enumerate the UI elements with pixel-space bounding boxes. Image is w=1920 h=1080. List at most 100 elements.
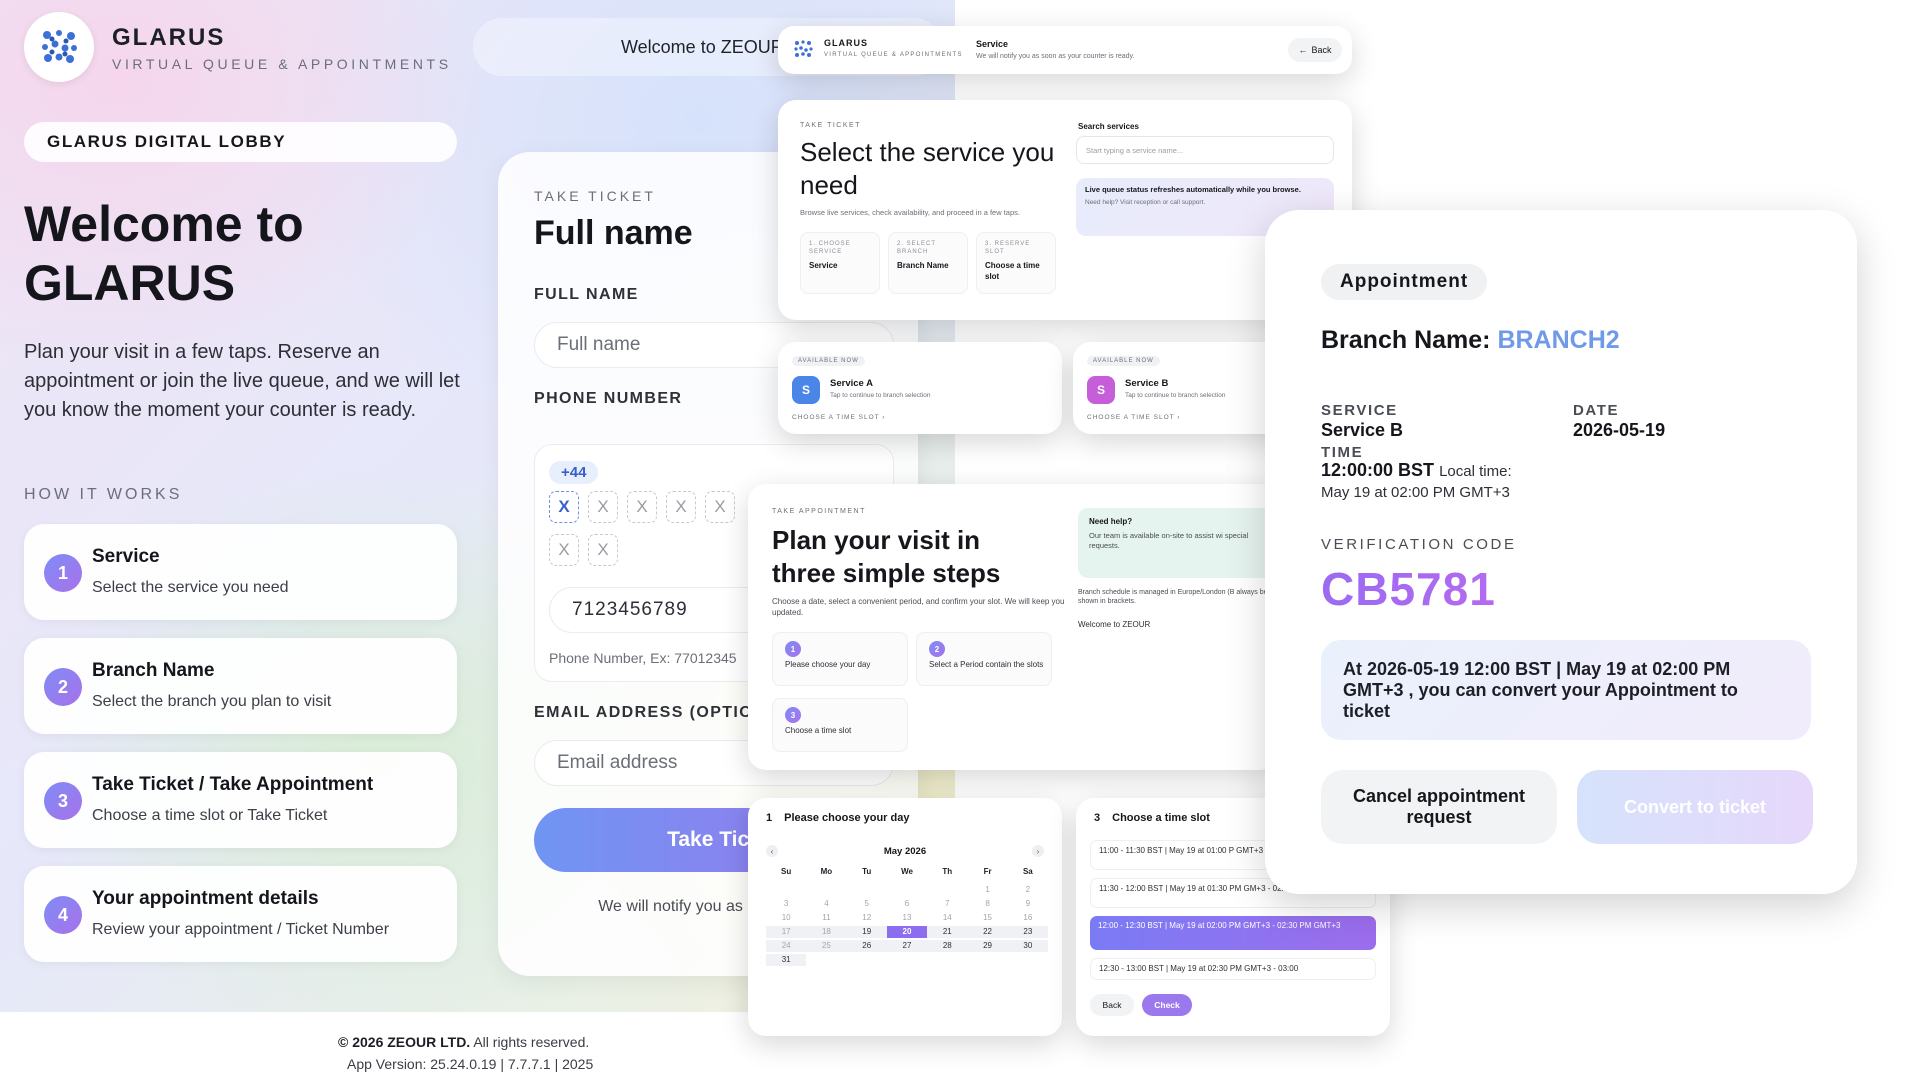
calendar-day[interactable]: 4 xyxy=(806,898,846,910)
check-button[interactable]: Check xyxy=(1142,994,1192,1016)
convert-to-ticket-button[interactable]: Convert to ticket xyxy=(1577,770,1813,844)
calendar-day[interactable]: 5 xyxy=(847,898,887,910)
brand-name: GLARUS xyxy=(112,24,226,51)
weekday-label: Th xyxy=(942,867,953,876)
hero-title: Welcome to GLARUS xyxy=(24,196,304,311)
local-time-label: Local time: xyxy=(1439,463,1512,480)
weekday-label: Tu xyxy=(862,867,872,876)
timeslot-title: Choose a time slot xyxy=(1112,812,1210,824)
calendar-day[interactable]: 23 xyxy=(1007,926,1048,938)
topbar-brand: GLARUS xyxy=(824,38,868,48)
calendar-day[interactable]: 26 xyxy=(846,940,887,952)
calendar-day[interactable]: 21 xyxy=(927,926,968,938)
time-value-line: 12:00:00 BST Local time: xyxy=(1321,460,1512,481)
calendar-day[interactable]: 20 xyxy=(886,926,928,938)
timeslot-option[interactable]: 12:30 - 13:00 BST | May 19 at 02:30 PM G… xyxy=(1090,958,1376,980)
calendar-day[interactable]: 25 xyxy=(806,940,847,952)
calendar-day[interactable]: 10 xyxy=(766,912,806,924)
phone-digit-slot[interactable]: X xyxy=(705,491,735,523)
service-tile-a[interactable]: AVAILABLE NOW S Service A Tap to continu… xyxy=(778,342,1062,434)
calendar-day[interactable]: 8 xyxy=(967,898,1007,910)
help-box: Need help? Our team is available on-site… xyxy=(1078,508,1278,578)
calendar-day[interactable]: 31 xyxy=(766,954,807,966)
calendar-day[interactable]: 2 xyxy=(1008,884,1048,896)
logo-dots-icon xyxy=(42,30,77,63)
lobby-badge: GLARUS DIGITAL LOBBY xyxy=(24,122,457,162)
tile-name: Service B xyxy=(1125,378,1169,389)
step-number: 2 xyxy=(44,668,82,706)
plan-step: 1 Please choose your day xyxy=(772,632,908,686)
arrow-left-icon: ← xyxy=(1298,45,1308,55)
service-step: 3. RESERVE SLOT Choose a time slot xyxy=(976,232,1056,294)
calendar-empty xyxy=(847,954,887,966)
back-button[interactable]: Back xyxy=(1090,994,1134,1016)
topbar-subtitle: VIRTUAL QUEUE & APPOINTMENTS xyxy=(824,52,963,58)
glarus-logo[interactable] xyxy=(24,12,94,82)
tile-cta[interactable]: CHOOSE A TIME SLOT › xyxy=(792,414,885,421)
calendar-empty xyxy=(806,954,846,966)
step-description: Select the branch you plan to visit xyxy=(92,693,332,710)
calendar-day[interactable]: 12 xyxy=(847,912,887,924)
how-it-works-title: HOW IT WORKS xyxy=(24,486,183,503)
topbar-preview: GLARUS VIRTUAL QUEUE & APPOINTMENTS Serv… xyxy=(778,26,1352,74)
calendar-day[interactable]: 30 xyxy=(1007,940,1048,952)
how-step-details: 4 Your appointment details Review your a… xyxy=(24,866,457,962)
verification-label: VERIFICATION CODE xyxy=(1321,536,1517,553)
calendar-day[interactable]: 9 xyxy=(1008,898,1048,910)
calendar-day[interactable]: 3 xyxy=(766,898,806,910)
phone-digit-slot[interactable]: X xyxy=(549,491,579,523)
verification-code: CB5781 xyxy=(1321,563,1496,615)
calendar-day[interactable]: 29 xyxy=(967,940,1008,952)
app-version: App Version: 25.24.0.19 | 7.7.7.1 | 2025 xyxy=(347,1056,594,1072)
calendar-day[interactable]: 17 xyxy=(766,926,807,938)
service-eyebrow: TAKE TICKET xyxy=(800,122,861,129)
calendar-day[interactable]: 28 xyxy=(927,940,968,952)
how-step-branch: 2 Branch Name Select the branch you plan… xyxy=(24,638,457,734)
weekday-label: Fr xyxy=(983,867,992,876)
chevron-right-icon[interactable]: › xyxy=(1032,845,1044,857)
back-button[interactable]: ← Back xyxy=(1288,38,1342,62)
plan-step: 3 Choose a time slot xyxy=(772,698,908,752)
service-step: 1. CHOOSE SERVICE Service xyxy=(800,232,880,294)
plan-step-number: 2 xyxy=(929,641,945,657)
calendar-day[interactable]: 27 xyxy=(886,940,928,952)
cancel-appointment-button[interactable]: Cancel appointment request xyxy=(1321,770,1557,844)
calendar-day[interactable]: 19 xyxy=(846,926,887,938)
plan-step-number: 1 xyxy=(785,641,801,657)
phone-digit-slot[interactable]: X xyxy=(666,491,696,523)
service-step-value: Branch Name xyxy=(897,261,949,270)
calendar-empty xyxy=(847,884,887,896)
calendar-day[interactable]: 11 xyxy=(806,912,846,924)
calendar-day[interactable]: 6 xyxy=(887,898,927,910)
calendar-day[interactable]: 18 xyxy=(806,926,847,938)
phone-label: PHONE NUMBER xyxy=(534,390,683,407)
weekday-label: Sa xyxy=(1022,867,1033,876)
weekday-label: We xyxy=(901,867,913,876)
phone-digit-slot[interactable]: X xyxy=(588,491,618,523)
calendar-day[interactable]: 13 xyxy=(887,912,927,924)
calendar-day[interactable]: 24 xyxy=(766,940,807,952)
tile-name: Service A xyxy=(830,378,873,389)
phone-digit-slot[interactable]: X xyxy=(627,491,657,523)
phone-digit-slot[interactable]: X xyxy=(549,534,579,566)
fullname-label: FULL NAME xyxy=(534,286,639,303)
convert-message: At 2026-05-19 12:00 BST | May 19 at 02:0… xyxy=(1321,640,1811,740)
calendar-empty xyxy=(927,884,967,896)
calendar-day[interactable]: 15 xyxy=(967,912,1007,924)
calendar-day[interactable]: 16 xyxy=(1008,912,1048,924)
branch-label: Branch Name: xyxy=(1321,326,1491,354)
calendar-empty xyxy=(887,954,927,966)
calendar-day[interactable]: 7 xyxy=(927,898,967,910)
tile-eyebrow: AVAILABLE NOW xyxy=(792,356,865,366)
timeslot-option-selected[interactable]: 12:00 - 12:30 BST | May 19 at 02:00 PM G… xyxy=(1090,916,1376,950)
tile-sub: Tap to continue to branch selection xyxy=(830,392,931,399)
country-code-selector[interactable]: +44 xyxy=(549,461,599,484)
calendar-day[interactable]: 14 xyxy=(927,912,967,924)
search-input[interactable]: Start typing a service name... xyxy=(1076,136,1334,164)
tile-cta[interactable]: CHOOSE A TIME SLOT › xyxy=(1087,414,1180,421)
phone-digit-slot[interactable]: X xyxy=(588,534,618,566)
service-step: 2. SELECT BRANCH Branch Name xyxy=(888,232,968,294)
calendar-day[interactable]: 22 xyxy=(967,926,1008,938)
calendar-day[interactable]: 1 xyxy=(967,884,1007,896)
queue-info-title: Live queue status refreshes automaticall… xyxy=(1085,185,1301,194)
